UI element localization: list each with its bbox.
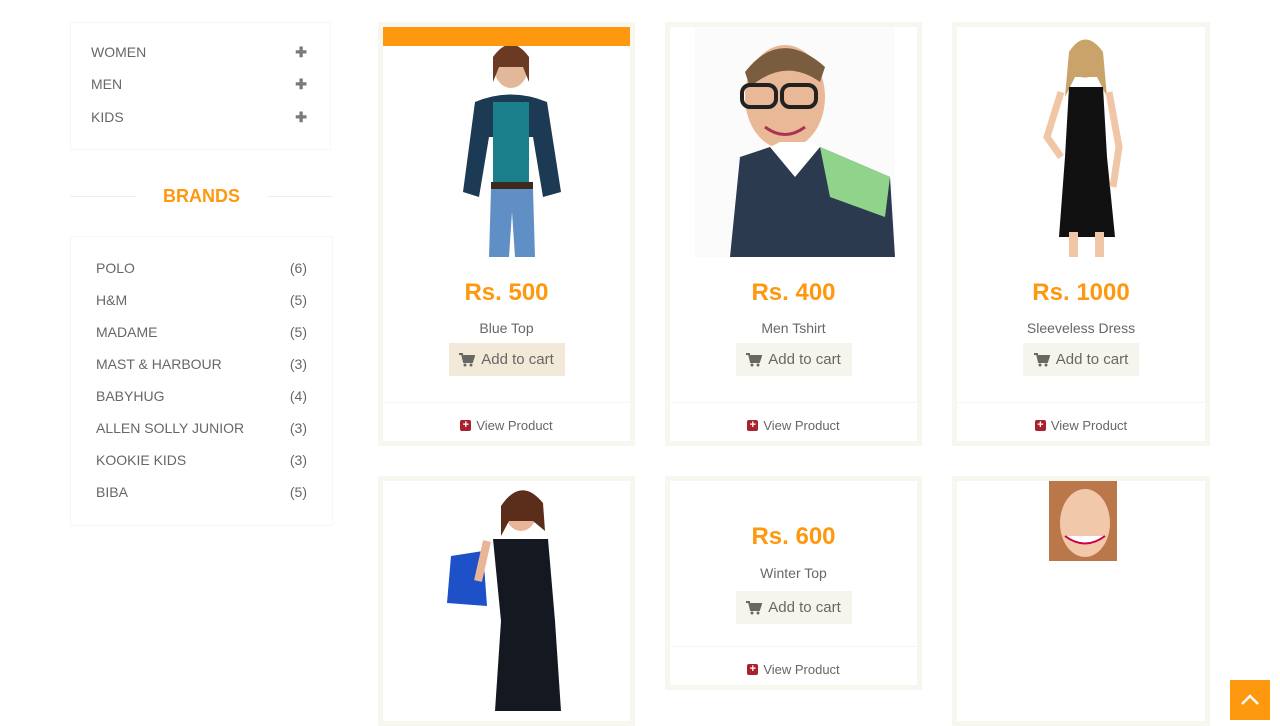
add-to-cart-label: Add to cart (768, 351, 841, 368)
brand-count: (3) (289, 356, 307, 372)
shopping-cart-icon (1033, 352, 1050, 366)
plus-icon[interactable]: ✚ (295, 109, 307, 126)
brand-name[interactable]: KOOKIE KIDS (96, 452, 186, 468)
product-card (952, 476, 1210, 726)
shopping-cart-icon (746, 600, 763, 614)
brand-count: (4) (289, 388, 307, 404)
category-label[interactable]: KIDS (91, 109, 124, 125)
brand-count: (5) (289, 484, 307, 500)
plus-square-icon: + (747, 420, 759, 431)
brand-name[interactable]: MADAME (96, 324, 157, 340)
view-product-label[interactable]: View Product (476, 418, 552, 433)
brand-name[interactable]: H&M (96, 292, 127, 308)
product-name: Men Tshirt (761, 320, 826, 336)
brand-name[interactable]: MAST & HARBOUR (96, 356, 222, 372)
product-image-man-tshirt (670, 27, 917, 257)
product-image-woman-shopping (383, 481, 630, 711)
brand-count: (5) (289, 324, 307, 340)
brands-panel: POLO (6) H&M (5) MADAME (5) MAST & HARBO… (70, 236, 333, 526)
view-product-label[interactable]: View Product (763, 662, 839, 677)
plus-square-icon: + (1034, 420, 1046, 431)
view-product-link[interactable]: + View Product (670, 418, 917, 433)
view-product-link[interactable]: + View Product (670, 662, 917, 677)
add-to-cart-button[interactable]: Add to cart (735, 591, 852, 624)
product-card: Rs. 600 Winter Top Add to cart + View Pr… (665, 476, 922, 690)
add-to-cart-button[interactable]: Add to cart (1023, 343, 1139, 376)
divider (670, 646, 917, 647)
brand-name[interactable]: ALLEN SOLLY JUNIOR (96, 420, 244, 436)
brand-item-biba[interactable]: BIBA (5) (96, 484, 307, 500)
brand-count: (6) (289, 260, 307, 276)
product-price: Rs. 500 (464, 279, 549, 306)
product-price: Rs. 600 (751, 523, 836, 550)
brands-heading: BRANDS (70, 186, 333, 206)
product-name: Blue Top (479, 320, 534, 336)
product-card: Rs. 400 Men Tshirt Add to cart + View Pr… (665, 22, 922, 446)
brand-count: (3) (289, 420, 307, 436)
brand-name[interactable]: POLO (96, 260, 135, 276)
plus-square-icon: + (460, 420, 472, 431)
brand-item-madame[interactable]: MADAME (5) (96, 324, 307, 340)
view-product-link[interactable]: + View Product (957, 418, 1205, 433)
divider (70, 196, 136, 197)
category-women[interactable]: WOMEN ✚ (91, 44, 307, 60)
brand-item-hm[interactable]: H&M (5) (96, 292, 307, 308)
product-name: Sleeveless Dress (1026, 320, 1136, 336)
add-to-cart-label: Add to cart (768, 599, 841, 616)
shopping-cart-icon (746, 352, 763, 366)
product-name: Winter Top (760, 565, 827, 581)
brand-item-mast-harbour[interactable]: MAST & HARBOUR (3) (96, 356, 307, 372)
product-price: Rs. 1000 (1032, 279, 1130, 306)
divider (383, 402, 630, 403)
brands-title: BRANDS (162, 186, 240, 206)
product-price: Rs. 400 (751, 279, 836, 306)
chevron-up-icon (1241, 694, 1259, 705)
category-label[interactable]: WOMEN (91, 44, 146, 60)
view-product-link[interactable]: + View Product (383, 418, 630, 433)
brand-item-babyhug[interactable]: BABYHUG (4) (96, 388, 307, 404)
promo-ribbon (383, 27, 630, 46)
brand-count: (5) (289, 292, 307, 308)
add-to-cart-label: Add to cart (481, 351, 554, 368)
brand-item-polo[interactable]: POLO (6) (96, 260, 307, 276)
brand-count: (3) (289, 452, 307, 468)
view-product-label[interactable]: View Product (763, 418, 839, 433)
add-to-cart-label: Add to cart (1055, 351, 1129, 368)
category-kids[interactable]: KIDS ✚ (91, 109, 307, 125)
plus-square-icon: + (747, 664, 759, 675)
brand-item-kookie-kids[interactable]: KOOKIE KIDS (3) (96, 452, 307, 468)
category-panel: WOMEN ✚ MEN ✚ KIDS ✚ (70, 22, 331, 150)
plus-icon[interactable]: ✚ (295, 76, 307, 93)
product-image-woman-blue-top (383, 27, 630, 257)
divider (957, 402, 1205, 403)
plus-icon[interactable]: ✚ (295, 44, 307, 61)
product-image-girl (957, 481, 1204, 711)
view-product-label[interactable]: View Product (1051, 418, 1127, 433)
add-to-cart-button[interactable]: Add to cart (448, 343, 565, 376)
product-card: Rs. 1000 Sleeveless Dress Add to cart + … (952, 22, 1210, 446)
scroll-up-button[interactable] (1230, 680, 1270, 720)
product-card (378, 476, 635, 726)
add-to-cart-button[interactable]: Add to cart (735, 343, 852, 376)
product-card: Rs. 500 Blue Top Add to cart + View Prod… (378, 22, 635, 446)
brand-name[interactable]: BIBA (96, 484, 128, 500)
brand-name[interactable]: BABYHUG (96, 388, 164, 404)
brand-item-allen-solly-junior[interactable]: ALLEN SOLLY JUNIOR (3) (96, 420, 307, 436)
divider (267, 196, 333, 197)
product-image-woman-black-dress (957, 27, 1204, 257)
divider (670, 402, 917, 403)
category-label[interactable]: MEN (91, 76, 122, 92)
category-men[interactable]: MEN ✚ (91, 76, 307, 92)
shopping-cart-icon (459, 352, 476, 366)
